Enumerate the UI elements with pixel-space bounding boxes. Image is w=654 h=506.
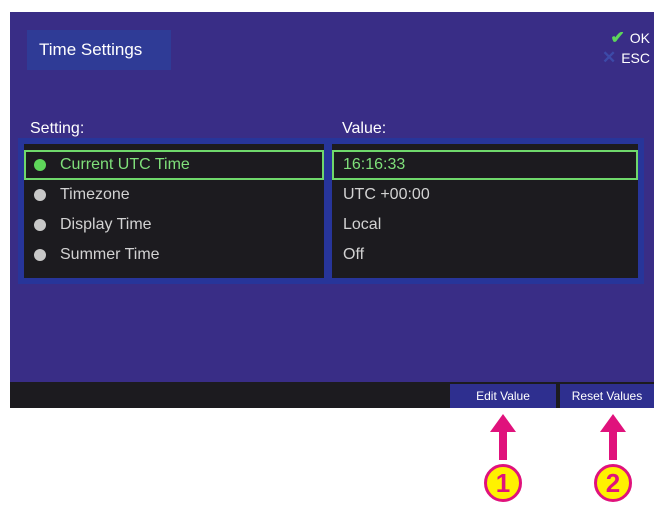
- ok-hint[interactable]: ✔ OK: [580, 28, 650, 48]
- cross-icon: ✕: [601, 48, 617, 67]
- indicator-icon: [34, 249, 46, 261]
- indicator-icon: [34, 189, 46, 201]
- indicator-icon: [34, 219, 46, 231]
- table-row-summer-time[interactable]: Summer Time: [24, 240, 324, 270]
- value-cell-display-time[interactable]: Local: [332, 210, 638, 240]
- setting-column-header: Setting:: [30, 120, 85, 137]
- esc-label: ESC: [621, 50, 650, 66]
- value-column-header: Value:: [342, 120, 387, 137]
- checkmark-icon: ✔: [610, 28, 625, 47]
- callout-badge-2: 2: [594, 464, 632, 502]
- page-title: Time Settings: [27, 30, 171, 70]
- setting-label: Summer Time: [60, 246, 160, 263]
- esc-hint[interactable]: ✕ ESC: [580, 48, 650, 68]
- value-cell-timezone[interactable]: UTC +00:00: [332, 180, 638, 210]
- setting-label: Display Time: [60, 216, 152, 233]
- edit-value-button[interactable]: Edit Value: [450, 384, 556, 408]
- value-column: 16:16:33 UTC +00:00 Local Off: [332, 144, 638, 278]
- key-hints: ✔ OK ✕ ESC: [580, 28, 650, 68]
- settings-table: Current UTC Time Timezone Display Time S…: [18, 138, 644, 284]
- callout-badge-1: 1: [484, 464, 522, 502]
- arrow-up-icon: [600, 414, 626, 460]
- table-row-current-utc-time[interactable]: Current UTC Time: [24, 150, 324, 180]
- setting-label: Timezone: [60, 186, 130, 203]
- value-text: Off: [343, 246, 365, 263]
- reset-values-button[interactable]: Reset Values: [560, 384, 654, 408]
- value-text: UTC +00:00: [343, 186, 430, 203]
- setting-label: Current UTC Time: [60, 156, 190, 173]
- value-text: 16:16:33: [343, 156, 406, 173]
- value-cell-summer-time[interactable]: Off: [332, 240, 638, 270]
- ok-label: OK: [629, 30, 650, 46]
- softkey-bar: [10, 382, 654, 408]
- table-row-timezone[interactable]: Timezone: [24, 180, 324, 210]
- value-cell-current-utc-time[interactable]: 16:16:33: [332, 150, 638, 180]
- selected-indicator-icon: [34, 159, 46, 171]
- table-row-display-time[interactable]: Display Time: [24, 210, 324, 240]
- value-text: Local: [343, 216, 382, 233]
- arrow-up-icon: [490, 414, 516, 460]
- setting-column: Current UTC Time Timezone Display Time S…: [24, 144, 324, 278]
